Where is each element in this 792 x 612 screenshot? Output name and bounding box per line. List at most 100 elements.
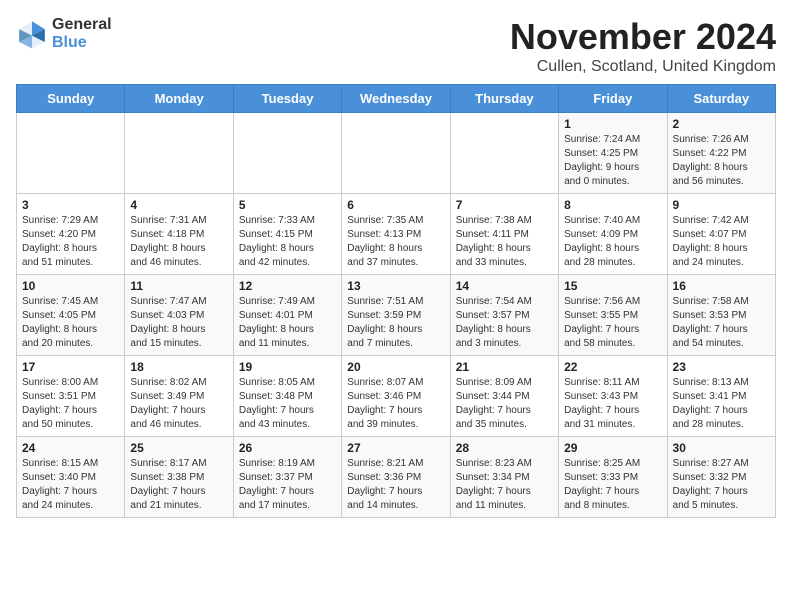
day-info: Sunrise: 7:47 AM Sunset: 4:03 PM Dayligh… xyxy=(130,295,227,351)
calendar-cell: 24 Sunrise: 8:15 AM Sunset: 3:40 PM Dayli… xyxy=(17,437,125,518)
day-info: Sunrise: 8:05 AM Sunset: 3:48 PM Dayligh… xyxy=(239,376,336,432)
day-info: Sunrise: 8:02 AM Sunset: 3:49 PM Dayligh… xyxy=(130,376,227,432)
day-number: 10 xyxy=(22,279,119,293)
calendar-cell: 16 Sunrise: 7:58 AM Sunset: 3:53 PM Dayli… xyxy=(667,275,775,356)
day-number: 21 xyxy=(456,360,553,374)
day-number: 5 xyxy=(239,198,336,212)
location-text: Cullen, Scotland, United Kingdom xyxy=(510,58,776,76)
day-number: 3 xyxy=(22,198,119,212)
day-info: Sunrise: 7:33 AM Sunset: 4:15 PM Dayligh… xyxy=(239,214,336,270)
day-info: Sunrise: 8:17 AM Sunset: 3:38 PM Dayligh… xyxy=(130,457,227,513)
day-info: Sunrise: 8:11 AM Sunset: 3:43 PM Dayligh… xyxy=(564,376,661,432)
weekday-header-thursday: Thursday xyxy=(450,85,558,113)
title-block: November 2024 Cullen, Scotland, United K… xyxy=(510,16,776,76)
calendar-week-5: 24 Sunrise: 8:15 AM Sunset: 3:40 PM Dayli… xyxy=(17,437,776,518)
day-info: Sunrise: 7:31 AM Sunset: 4:18 PM Dayligh… xyxy=(130,214,227,270)
day-number: 14 xyxy=(456,279,553,293)
calendar-cell: 8Sunrise: 7:40 AM Sunset: 4:09 PM Daylig… xyxy=(559,194,667,275)
calendar-body: 1Sunrise: 7:24 AM Sunset: 4:25 PM Daylig… xyxy=(17,113,776,518)
calendar-table: SundayMondayTuesdayWednesdayThursdayFrid… xyxy=(16,84,776,518)
weekday-header-wednesday: Wednesday xyxy=(342,85,450,113)
calendar-cell: 18 Sunrise: 8:02 AM Sunset: 3:49 PM Dayli… xyxy=(125,356,233,437)
logo-blue-text: Blue xyxy=(52,34,112,52)
day-info: Sunrise: 8:09 AM Sunset: 3:44 PM Dayligh… xyxy=(456,376,553,432)
calendar-cell: 28 Sunrise: 8:23 AM Sunset: 3:34 PM Dayli… xyxy=(450,437,558,518)
calendar-cell: 9Sunrise: 7:42 AM Sunset: 4:07 PM Daylig… xyxy=(667,194,775,275)
day-number: 29 xyxy=(564,441,661,455)
calendar-cell: 25Sunrise: 8:17 AM Sunset: 3:38 PM Dayli… xyxy=(125,437,233,518)
day-info: Sunrise: 7:29 AM Sunset: 4:20 PM Dayligh… xyxy=(22,214,119,270)
calendar-cell: 29 Sunrise: 8:25 AM Sunset: 3:33 PM Dayli… xyxy=(559,437,667,518)
calendar-cell: 23 Sunrise: 8:13 AM Sunset: 3:41 PM Dayli… xyxy=(667,356,775,437)
day-number: 18 xyxy=(130,360,227,374)
calendar-cell: 15 Sunrise: 7:56 AM Sunset: 3:55 PM Dayli… xyxy=(559,275,667,356)
calendar-week-3: 10Sunrise: 7:45 AM Sunset: 4:05 PM Dayli… xyxy=(17,275,776,356)
calendar-cell: 3 Sunrise: 7:29 AM Sunset: 4:20 PM Daylig… xyxy=(17,194,125,275)
calendar-cell: 12 Sunrise: 7:49 AM Sunset: 4:01 PM Dayli… xyxy=(233,275,341,356)
calendar-cell: 22 Sunrise: 8:11 AM Sunset: 3:43 PM Dayli… xyxy=(559,356,667,437)
calendar-cell: 6 Sunrise: 7:35 AM Sunset: 4:13 PM Daylig… xyxy=(342,194,450,275)
page-header: General Blue November 2024 Cullen, Scotl… xyxy=(16,16,776,76)
day-info: Sunrise: 7:26 AM Sunset: 4:22 PM Dayligh… xyxy=(673,133,770,189)
day-number: 26 xyxy=(239,441,336,455)
calendar-header: SundayMondayTuesdayWednesdayThursdayFrid… xyxy=(17,85,776,113)
calendar-cell: 11 Sunrise: 7:47 AM Sunset: 4:03 PM Dayli… xyxy=(125,275,233,356)
day-info: Sunrise: 7:56 AM Sunset: 3:55 PM Dayligh… xyxy=(564,295,661,351)
day-info: Sunrise: 7:58 AM Sunset: 3:53 PM Dayligh… xyxy=(673,295,770,351)
day-number: 20 xyxy=(347,360,444,374)
day-number: 4 xyxy=(130,198,227,212)
day-number: 15 xyxy=(564,279,661,293)
calendar-week-2: 3 Sunrise: 7:29 AM Sunset: 4:20 PM Daylig… xyxy=(17,194,776,275)
day-number: 13 xyxy=(347,279,444,293)
day-number: 11 xyxy=(130,279,227,293)
calendar-cell: 30Sunrise: 8:27 AM Sunset: 3:32 PM Dayli… xyxy=(667,437,775,518)
logo-text: General Blue xyxy=(52,16,112,51)
day-number: 1 xyxy=(564,117,661,131)
day-number: 12 xyxy=(239,279,336,293)
day-number: 16 xyxy=(673,279,770,293)
day-info: Sunrise: 8:15 AM Sunset: 3:40 PM Dayligh… xyxy=(22,457,119,513)
day-info: Sunrise: 8:13 AM Sunset: 3:41 PM Dayligh… xyxy=(673,376,770,432)
day-number: 9 xyxy=(673,198,770,212)
weekday-header-row: SundayMondayTuesdayWednesdayThursdayFrid… xyxy=(17,85,776,113)
calendar-cell xyxy=(342,113,450,194)
day-number: 19 xyxy=(239,360,336,374)
calendar-cell: 17 Sunrise: 8:00 AM Sunset: 3:51 PM Dayli… xyxy=(17,356,125,437)
day-info: Sunrise: 8:19 AM Sunset: 3:37 PM Dayligh… xyxy=(239,457,336,513)
weekday-header-tuesday: Tuesday xyxy=(233,85,341,113)
day-number: 23 xyxy=(673,360,770,374)
calendar-cell: 10Sunrise: 7:45 AM Sunset: 4:05 PM Dayli… xyxy=(17,275,125,356)
day-info: Sunrise: 7:51 AM Sunset: 3:59 PM Dayligh… xyxy=(347,295,444,351)
calendar-cell xyxy=(125,113,233,194)
day-number: 30 xyxy=(673,441,770,455)
weekday-header-sunday: Sunday xyxy=(17,85,125,113)
day-info: Sunrise: 7:35 AM Sunset: 4:13 PM Dayligh… xyxy=(347,214,444,270)
day-number: 7 xyxy=(456,198,553,212)
day-number: 2 xyxy=(673,117,770,131)
day-number: 17 xyxy=(22,360,119,374)
calendar-cell: 1Sunrise: 7:24 AM Sunset: 4:25 PM Daylig… xyxy=(559,113,667,194)
month-title: November 2024 xyxy=(510,16,776,58)
day-info: Sunrise: 7:40 AM Sunset: 4:09 PM Dayligh… xyxy=(564,214,661,270)
day-number: 6 xyxy=(347,198,444,212)
calendar-cell: 13 Sunrise: 7:51 AM Sunset: 3:59 PM Dayli… xyxy=(342,275,450,356)
calendar-cell xyxy=(233,113,341,194)
day-number: 22 xyxy=(564,360,661,374)
day-info: Sunrise: 8:00 AM Sunset: 3:51 PM Dayligh… xyxy=(22,376,119,432)
day-number: 24 xyxy=(22,441,119,455)
day-info: Sunrise: 8:07 AM Sunset: 3:46 PM Dayligh… xyxy=(347,376,444,432)
weekday-header-saturday: Saturday xyxy=(667,85,775,113)
day-info: Sunrise: 8:23 AM Sunset: 3:34 PM Dayligh… xyxy=(456,457,553,513)
weekday-header-monday: Monday xyxy=(125,85,233,113)
calendar-cell: 5 Sunrise: 7:33 AM Sunset: 4:15 PM Daylig… xyxy=(233,194,341,275)
calendar-cell: 27Sunrise: 8:21 AM Sunset: 3:36 PM Dayli… xyxy=(342,437,450,518)
calendar-week-1: 1Sunrise: 7:24 AM Sunset: 4:25 PM Daylig… xyxy=(17,113,776,194)
calendar-cell xyxy=(17,113,125,194)
day-info: Sunrise: 8:25 AM Sunset: 3:33 PM Dayligh… xyxy=(564,457,661,513)
day-info: Sunrise: 7:38 AM Sunset: 4:11 PM Dayligh… xyxy=(456,214,553,270)
calendar-cell: 26 Sunrise: 8:19 AM Sunset: 3:37 PM Dayli… xyxy=(233,437,341,518)
day-number: 28 xyxy=(456,441,553,455)
calendar-cell: 14Sunrise: 7:54 AM Sunset: 3:57 PM Dayli… xyxy=(450,275,558,356)
calendar-cell: 21 Sunrise: 8:09 AM Sunset: 3:44 PM Dayli… xyxy=(450,356,558,437)
day-info: Sunrise: 7:49 AM Sunset: 4:01 PM Dayligh… xyxy=(239,295,336,351)
